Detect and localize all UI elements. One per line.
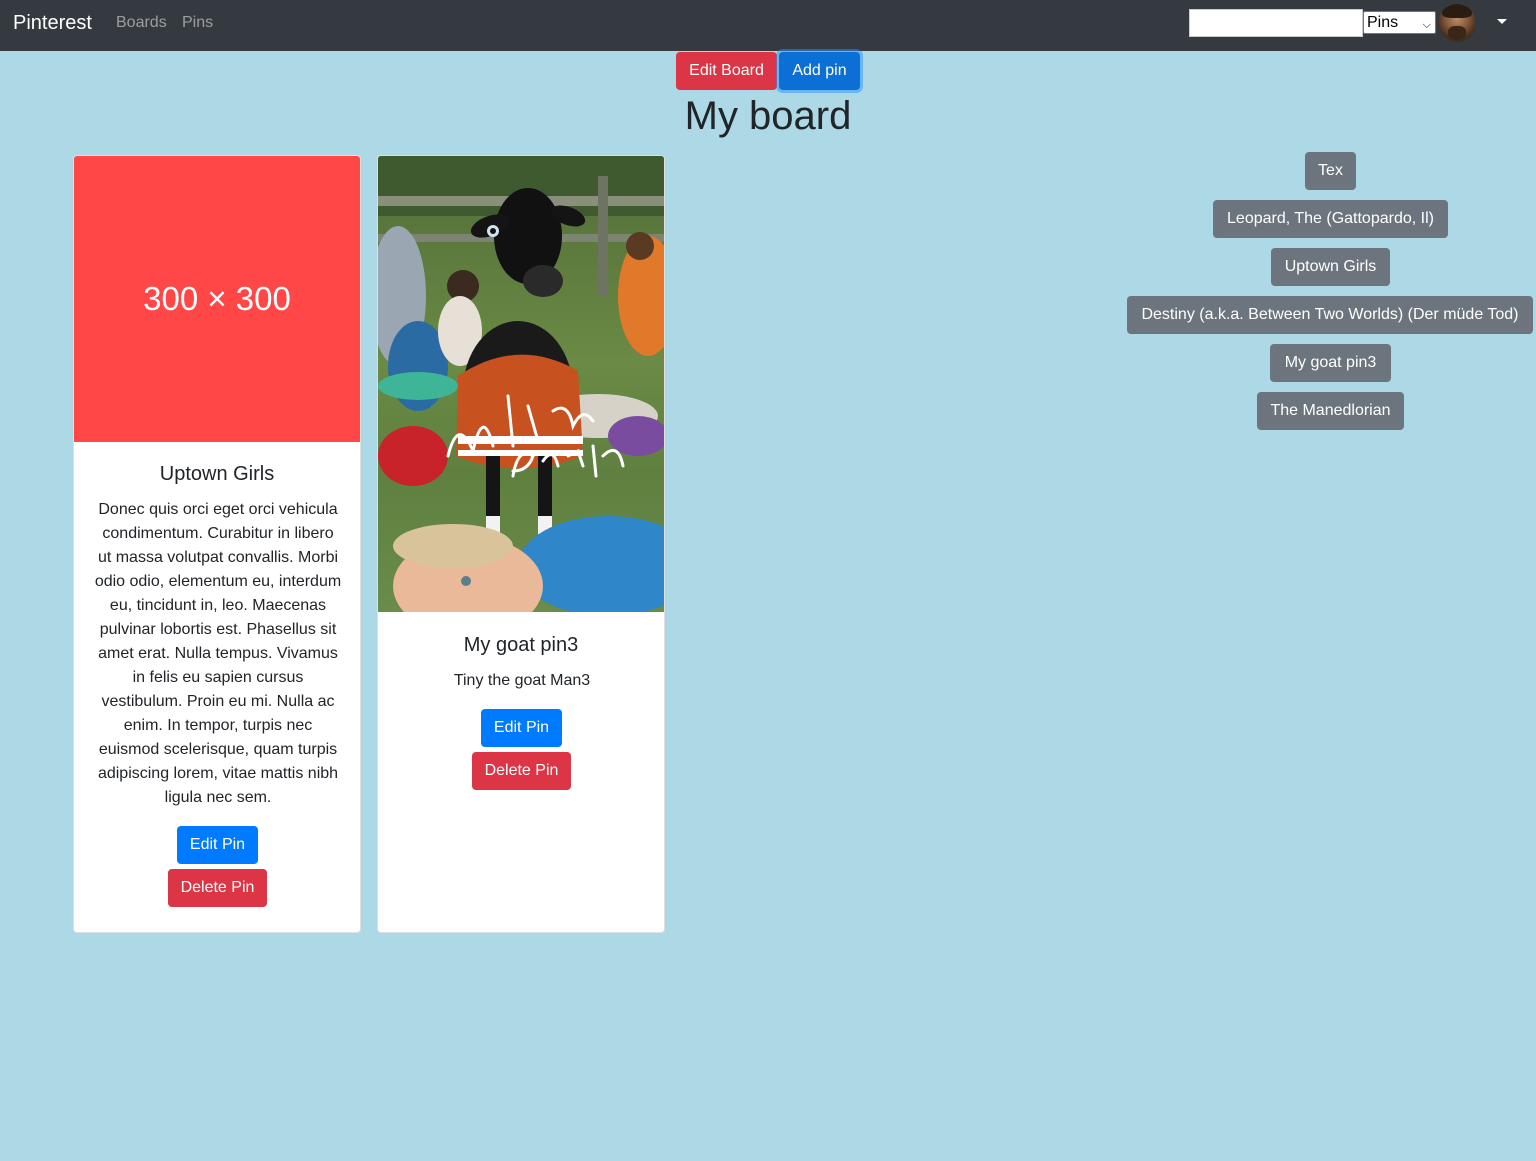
- search-type-select[interactable]: Pins ⌵: [1363, 11, 1436, 34]
- caret-down-icon[interactable]: [1497, 19, 1507, 24]
- edit-pin-button[interactable]: Edit Pin: [177, 826, 258, 864]
- delete-pin-button[interactable]: Delete Pin: [472, 752, 571, 790]
- brand-link[interactable]: Pinterest: [13, 11, 92, 35]
- sidebar-item-uptown-girls[interactable]: Uptown Girls: [1271, 248, 1390, 286]
- avatar-hair: [1442, 4, 1472, 18]
- pin-description: Tiny the goat Man3: [453, 672, 591, 689]
- goat-photo: [378, 156, 664, 612]
- goat-photo-drawing: [378, 156, 664, 612]
- pin-card: 300 × 300 Uptown Girls Donec quis orci e…: [73, 155, 361, 933]
- sidebar-item-leopard[interactable]: Leopard, The (Gattopardo, Il): [1213, 200, 1448, 238]
- add-pin-button[interactable]: Add pin: [779, 52, 860, 90]
- delete-pin-button[interactable]: Delete Pin: [168, 869, 267, 907]
- pin-title: My goat pin3: [463, 634, 579, 656]
- pin-title: Uptown Girls: [159, 463, 275, 485]
- navbar: Pinterest Boards Pins Pins ⌵: [0, 0, 1536, 51]
- search-type-value: Pins: [1367, 14, 1399, 31]
- pin-description: Donec quis orci eget orci vehicula condi…: [94, 501, 342, 806]
- search-input[interactable]: [1189, 9, 1363, 37]
- sidebar-item-my-goat-pin3[interactable]: My goat pin3: [1270, 344, 1391, 382]
- page-title: My board: [684, 94, 852, 138]
- sidebar-item-destiny[interactable]: Destiny (a.k.a. Between Two Worlds) (Der…: [1127, 296, 1533, 334]
- sidebar-item-tex[interactable]: Tex: [1305, 152, 1356, 190]
- chevron-down-icon: ⌵: [1422, 19, 1431, 31]
- pin-image-placeholder: 300 × 300: [74, 156, 360, 442]
- pin-card: My goat pin3 Tiny the goat Man3 Edit Pin…: [377, 155, 665, 933]
- avatar-beard: [1448, 26, 1466, 40]
- sidebar-item-manedlorian[interactable]: The Manedlorian: [1257, 392, 1404, 430]
- edit-board-button[interactable]: Edit Board: [676, 52, 777, 90]
- nav-link-boards[interactable]: Boards: [116, 13, 167, 33]
- avatar[interactable]: [1438, 4, 1476, 42]
- edit-pin-button[interactable]: Edit Pin: [481, 709, 562, 747]
- nav-link-pins[interactable]: Pins: [182, 13, 213, 33]
